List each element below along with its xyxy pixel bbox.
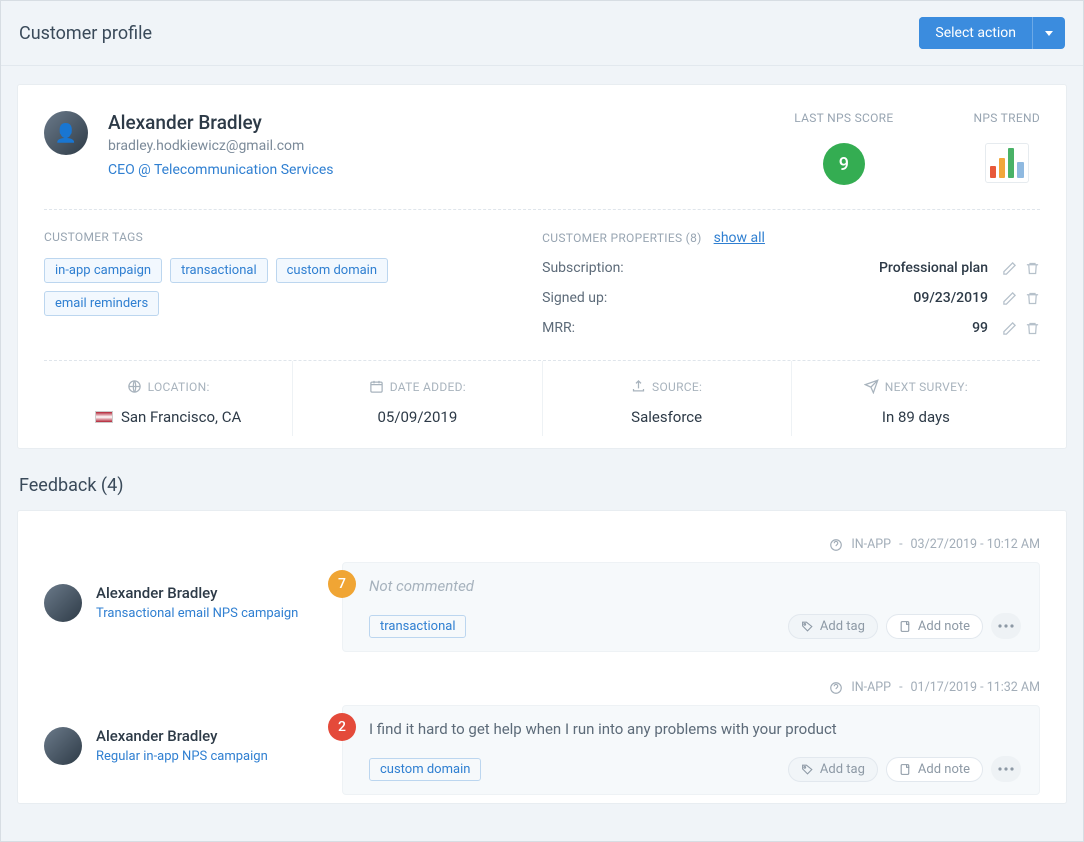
customer-tags-label: CUSTOMER TAGS [44, 230, 502, 244]
show-all-link[interactable]: show all [714, 230, 765, 246]
source-value: Salesforce [543, 408, 791, 426]
feedback-section-title: Feedback (4) [19, 475, 1065, 496]
customer-name: Alexander Bradley [108, 111, 333, 134]
nps-trend-chart[interactable] [985, 143, 1029, 183]
trend-bar [990, 166, 996, 178]
customer-role-link[interactable]: CEO @ Telecommunication Services [108, 162, 333, 178]
flag-icon [95, 411, 113, 423]
feedback-comment: I find it hard to get help when I run in… [369, 720, 1021, 738]
info-location: LOCATION: San Francisco, CA [44, 361, 293, 436]
trend-bar [1008, 148, 1014, 178]
feedback-card: IN-APP - 03/27/2019 - 10:12 AM Alexander… [17, 510, 1067, 804]
avatar: 👤 [44, 111, 88, 155]
customer-tag[interactable]: in-app campaign [44, 258, 162, 283]
feedback-score-badge: 2 [328, 713, 356, 741]
feedback-tag[interactable]: custom domain [369, 758, 481, 781]
customer-properties-label: CUSTOMER PROPERTIES (8) [542, 231, 701, 245]
calendar-icon [369, 379, 384, 394]
feedback-timestamp: 01/17/2019 - 11:32 AM [911, 680, 1040, 695]
add-note-button[interactable]: Add note [886, 757, 983, 782]
property-value: Professional plan [879, 260, 988, 276]
property-name: Subscription: [542, 260, 879, 276]
customer-tag[interactable]: custom domain [276, 258, 388, 283]
select-action-dropdown[interactable]: Select action [919, 17, 1065, 49]
edit-icon[interactable] [1002, 321, 1017, 336]
info-next-survey: NEXT SURVEY: In 89 days [792, 361, 1040, 436]
add-tag-button[interactable]: Add tag [788, 614, 878, 639]
help-icon [829, 681, 843, 695]
more-actions-button[interactable] [991, 756, 1021, 782]
customer-tag[interactable]: email reminders [44, 291, 159, 316]
help-icon [829, 538, 843, 552]
add-note-button[interactable]: Add note [886, 614, 983, 639]
note-icon [899, 620, 912, 633]
feedback-campaign-link[interactable]: Regular in-app NPS campaign [96, 749, 268, 764]
tag-icon [801, 620, 814, 633]
globe-icon [127, 379, 142, 394]
customer-tag[interactable]: transactional [170, 258, 267, 283]
nps-trend-label: NPS TREND [973, 111, 1040, 125]
avatar [44, 584, 82, 622]
property-row: Subscription: Professional plan [542, 260, 1040, 276]
feedback-timestamp: 03/27/2019 - 10:12 AM [911, 537, 1040, 552]
feedback-comment: Not commented [369, 577, 1021, 595]
property-name: MRR: [542, 320, 972, 336]
nps-score-label: LAST NPS SCORE [794, 111, 893, 125]
feedback-channel: IN-APP [851, 537, 891, 552]
feedback-tag[interactable]: transactional [369, 615, 466, 638]
delete-icon[interactable] [1025, 261, 1040, 276]
source-label: SOURCE: [652, 380, 702, 394]
send-icon [864, 379, 879, 394]
trend-bar [999, 158, 1005, 178]
feedback-meta: IN-APP - 01/17/2019 - 11:32 AM [44, 680, 1040, 695]
date-added-value: 05/09/2019 [293, 408, 541, 426]
trend-bar [1017, 162, 1023, 178]
info-source: SOURCE: Salesforce [543, 361, 792, 436]
feedback-campaign-link[interactable]: Transactional email NPS campaign [96, 606, 298, 621]
property-row: Signed up: 09/23/2019 [542, 290, 1040, 306]
avatar [44, 727, 82, 765]
page-title: Customer profile [19, 23, 152, 44]
tag-icon [801, 763, 814, 776]
feedback-author: Alexander Bradley [96, 584, 298, 602]
property-value: 09/23/2019 [913, 290, 988, 306]
property-value: 99 [972, 320, 988, 336]
edit-icon[interactable] [1002, 291, 1017, 306]
dots-icon [998, 624, 1014, 628]
profile-card: 👤 Alexander Bradley bradley.hodkiewicz@g… [17, 84, 1067, 449]
feedback-author: Alexander Bradley [96, 727, 268, 745]
date-added-label: DATE ADDED: [390, 380, 466, 394]
next-survey-value: In 89 days [792, 408, 1040, 426]
note-icon [899, 763, 912, 776]
info-date-added: DATE ADDED: 05/09/2019 [293, 361, 542, 436]
customer-email: bradley.hodkiewicz@gmail.com [108, 138, 333, 154]
dots-icon [998, 767, 1014, 771]
feedback-channel: IN-APP [851, 680, 891, 695]
property-name: Signed up: [542, 290, 913, 306]
location-label: LOCATION: [148, 380, 210, 394]
add-tag-button[interactable]: Add tag [788, 757, 878, 782]
feedback-meta: IN-APP - 03/27/2019 - 10:12 AM [44, 537, 1040, 552]
select-action-button[interactable]: Select action [919, 17, 1032, 49]
delete-icon[interactable] [1025, 321, 1040, 336]
upload-icon [631, 379, 646, 394]
feedback-score-badge: 7 [328, 570, 356, 598]
nps-score-badge: 9 [823, 143, 865, 185]
next-survey-label: NEXT SURVEY: [885, 380, 968, 394]
more-actions-button[interactable] [991, 613, 1021, 639]
delete-icon[interactable] [1025, 291, 1040, 306]
select-action-caret[interactable] [1032, 17, 1065, 49]
chevron-down-icon [1045, 31, 1053, 36]
edit-icon[interactable] [1002, 261, 1017, 276]
location-value: San Francisco, CA [121, 408, 241, 426]
property-row: MRR: 99 [542, 320, 1040, 336]
